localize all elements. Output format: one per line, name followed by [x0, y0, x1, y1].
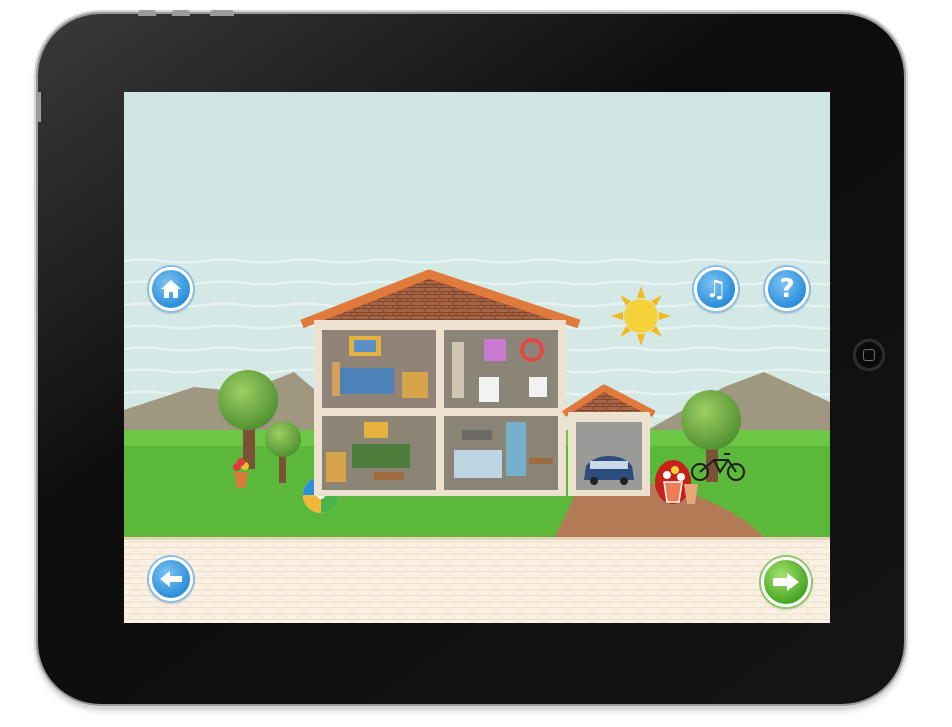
- garage: [562, 384, 656, 496]
- arrow-left-icon: [160, 571, 182, 587]
- home-button[interactable]: [149, 267, 193, 311]
- back-button[interactable]: [149, 557, 193, 601]
- arrow-right-icon: [773, 573, 799, 591]
- music-note-icon: ♫: [705, 275, 727, 303]
- house-scene: [124, 92, 830, 623]
- device-home-button[interactable]: [854, 340, 884, 370]
- help-button[interactable]: ?: [765, 267, 809, 311]
- hardware-button-top: [138, 10, 156, 16]
- sky: [124, 92, 830, 242]
- brick-floor: [124, 537, 830, 623]
- hardware-button-top: [210, 10, 234, 16]
- game-screen: ♫ ?: [124, 92, 830, 623]
- hardware-button-top: [172, 10, 190, 16]
- sun[interactable]: [611, 286, 671, 346]
- music-button[interactable]: ♫: [694, 267, 738, 311]
- next-button[interactable]: [761, 557, 811, 607]
- hardware-button-side: [36, 92, 41, 122]
- dollhouse: [300, 269, 581, 496]
- question-mark-icon: ?: [779, 274, 795, 304]
- home-icon: [161, 280, 181, 298]
